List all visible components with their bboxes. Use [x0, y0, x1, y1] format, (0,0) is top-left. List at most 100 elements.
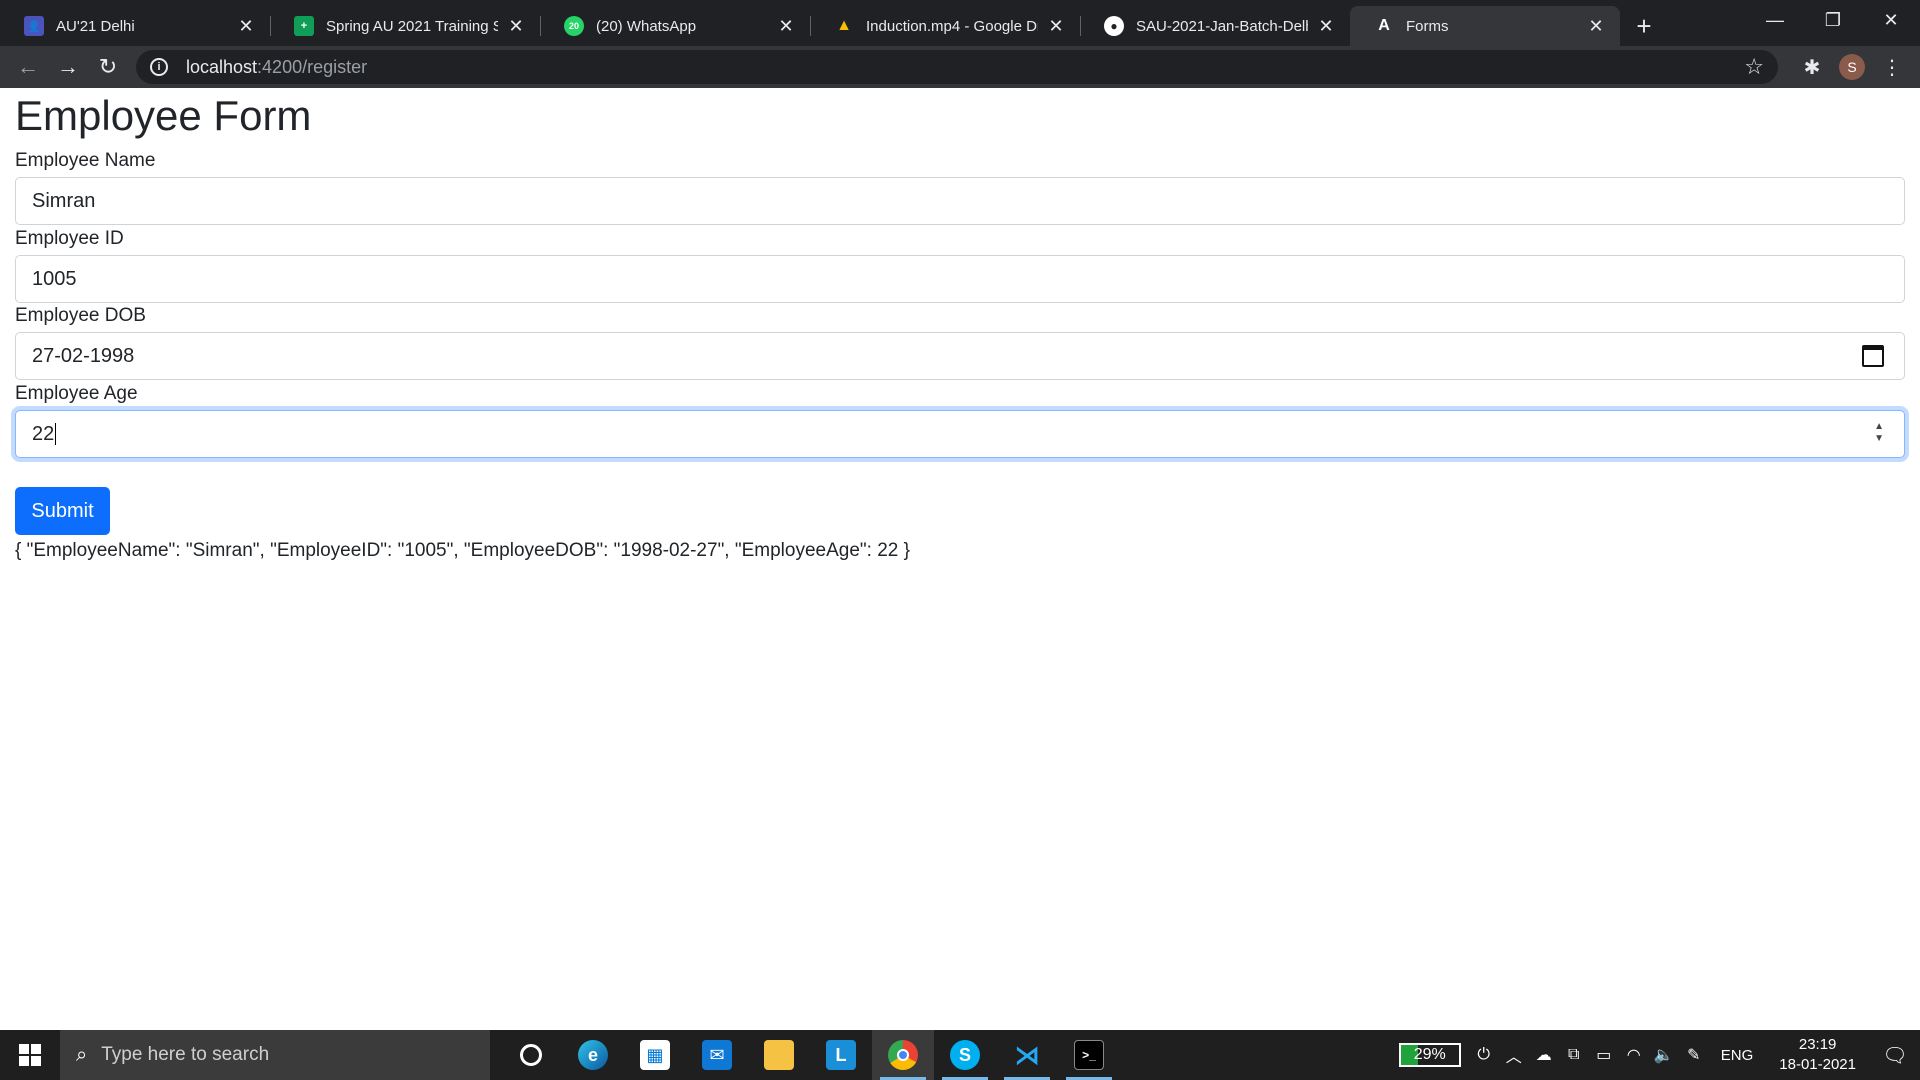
tab-title: Induction.mp4 - Google Driv — [866, 17, 1038, 35]
bookmark-star-icon[interactable]: ☆ — [1744, 54, 1764, 80]
battery-indicator[interactable]: 29% — [1398, 1043, 1461, 1067]
show-hidden-icons-chevron[interactable]: ︿ — [1499, 1043, 1529, 1067]
github-icon: ● — [1104, 16, 1124, 36]
tab-title: SAU-2021-Jan-Batch-Delhi/s — [1136, 17, 1308, 35]
lync-app[interactable]: L — [810, 1030, 872, 1080]
page-title: Employee Form — [15, 92, 312, 139]
volume-icon[interactable]: 🔈 — [1649, 1045, 1679, 1065]
spinner-down-icon[interactable]: ▼ — [1874, 433, 1884, 445]
close-icon[interactable]: ✕ — [776, 16, 796, 37]
tab-whatsapp[interactable]: 20 (20) WhatsApp ✕ — [540, 6, 810, 46]
employee-name-input[interactable]: Simran — [15, 177, 1905, 225]
taskbar-apps: e ▦ ✉ L S ⋊ >_ — [500, 1030, 1120, 1080]
tab-google-drive[interactable]: ▲ Induction.mp4 - Google Driv ✕ — [810, 6, 1080, 46]
terminal-app[interactable]: >_ — [1058, 1030, 1120, 1080]
search-placeholder: Type here to search — [101, 1044, 270, 1065]
employee-id-value: 1005 — [32, 267, 77, 290]
tab-title: AU'21 Delhi — [56, 17, 135, 35]
text-cursor — [55, 423, 57, 445]
menu-dots-icon[interactable]: ⋮ — [1872, 49, 1912, 85]
clock-time: 23:19 — [1798, 1036, 1837, 1053]
edge-app[interactable]: e — [562, 1030, 624, 1080]
employee-age-input[interactable]: 22 ▲ ▼ — [15, 410, 1905, 458]
info-icon[interactable]: i — [150, 58, 168, 76]
search-icon: ⌕ — [76, 1043, 88, 1066]
restore-button[interactable]: ❐ — [1804, 0, 1862, 40]
taskbar-search-input[interactable]: ⌕ Type here to search — [60, 1030, 490, 1080]
clock[interactable]: 23:19 18-01-2021 — [1779, 1035, 1856, 1075]
onedrive-icon[interactable]: ☁ — [1529, 1045, 1559, 1065]
close-icon[interactable]: ✕ — [1586, 16, 1606, 37]
url-path: :4200/register — [257, 56, 368, 77]
whatsapp-icon: 20 — [564, 16, 584, 36]
employee-name-value: Simran — [32, 189, 96, 212]
browser-toolbar: ← → ↻ i localhost:4200/register ☆ ✱ S ⋮ — [0, 46, 1920, 88]
tab-au21-delhi[interactable]: 👤 AU'21 Delhi ✕ — [0, 6, 270, 46]
cortana-icon — [520, 1044, 542, 1066]
close-icon[interactable]: ✕ — [506, 16, 526, 37]
minimize-button[interactable]: — — [1746, 0, 1804, 40]
cortana-button[interactable] — [500, 1030, 562, 1080]
pen-icon[interactable]: ✎ — [1679, 1045, 1709, 1065]
file-explorer-app[interactable] — [748, 1030, 810, 1080]
window-controls: — ❐ ✕ — [1746, 0, 1920, 40]
lync-icon: L — [826, 1040, 856, 1070]
employee-dob-value: 27-02-1998 — [32, 344, 135, 367]
url-host: localhost — [186, 56, 258, 77]
sheets-icon: + — [294, 16, 314, 36]
close-icon[interactable]: ✕ — [236, 16, 256, 37]
avatar: S — [1839, 54, 1865, 80]
address-bar[interactable]: i localhost:4200/register ☆ — [136, 50, 1778, 84]
employee-dob-input[interactable]: 27-02-1998 — [15, 332, 1905, 380]
tab-spring-au[interactable]: + Spring AU 2021 Training Sch ✕ — [270, 6, 540, 46]
notification-center-button[interactable]: 🗨 — [1870, 1043, 1920, 1068]
close-icon[interactable]: ✕ — [1046, 16, 1066, 37]
battery-icon[interactable]: ▭ — [1589, 1045, 1619, 1065]
new-tab-button[interactable]: + — [1620, 6, 1668, 46]
employee-id-input[interactable]: 1005 — [15, 255, 1905, 303]
camera-icon[interactable]: ⧉ — [1559, 1046, 1589, 1064]
browser-tab-bar: 👤 AU'21 Delhi ✕ + Spring AU 2021 Trainin… — [0, 0, 1920, 46]
skype-icon: S — [950, 1040, 980, 1070]
close-icon[interactable]: ✕ — [1316, 16, 1336, 37]
skype-app[interactable]: S — [934, 1030, 996, 1080]
number-spinner[interactable]: ▲ ▼ — [1874, 421, 1884, 445]
clock-date: 18-01-2021 — [1779, 1056, 1856, 1073]
system-tray: 29% ⏻ ︿ ☁ ⧉ ▭ ◠ 🔈 ✎ ENG 23:19 18-01-2021… — [1398, 1030, 1920, 1080]
chrome-icon — [888, 1040, 918, 1070]
reload-button[interactable]: ↻ — [88, 49, 128, 85]
tab-title: Forms — [1406, 17, 1449, 35]
start-button[interactable] — [0, 1030, 60, 1080]
tab-title: (20) WhatsApp — [596, 17, 697, 35]
employee-dob-label: Employee DOB — [15, 305, 146, 326]
folder-icon — [764, 1040, 794, 1070]
terminal-icon: >_ — [1074, 1040, 1104, 1070]
employee-id-label: Employee ID — [15, 228, 124, 249]
employee-age-value: 22 — [32, 422, 55, 445]
vscode-app[interactable]: ⋊ — [996, 1030, 1058, 1080]
tab-title: Spring AU 2021 Training Sch — [326, 17, 498, 35]
notification-icon: 🗨 — [1882, 1044, 1908, 1067]
tab-github[interactable]: ● SAU-2021-Jan-Batch-Delhi/s ✕ — [1080, 6, 1350, 46]
chrome-app[interactable] — [872, 1030, 934, 1080]
edge-icon: e — [578, 1040, 608, 1070]
drive-icon: ▲ — [836, 17, 852, 34]
back-button[interactable]: ← — [8, 49, 48, 85]
spinner-up-icon[interactable]: ▲ — [1874, 421, 1884, 433]
close-window-button[interactable]: ✕ — [1862, 0, 1920, 40]
calendar-icon[interactable] — [1862, 345, 1884, 367]
employee-age-label: Employee Age — [15, 383, 138, 404]
forward-button[interactable]: → — [48, 49, 88, 85]
employee-name-label: Employee Name — [15, 150, 156, 171]
tab-forms[interactable]: A Forms ✕ — [1350, 6, 1620, 46]
profile-button[interactable]: S — [1832, 49, 1872, 85]
angular-icon: A — [1378, 17, 1390, 34]
wifi-icon[interactable]: ◠ — [1619, 1045, 1649, 1065]
extensions-icon[interactable]: ✱ — [1792, 49, 1832, 85]
form-json-output: { "EmployeeName": "Simran", "EmployeeID"… — [15, 540, 910, 561]
submit-button[interactable]: Submit — [15, 487, 110, 535]
language-indicator[interactable]: ENG — [1721, 1047, 1754, 1064]
mail-app[interactable]: ✉ — [686, 1030, 748, 1080]
store-app[interactable]: ▦ — [624, 1030, 686, 1080]
mail-icon: ✉ — [702, 1040, 732, 1070]
